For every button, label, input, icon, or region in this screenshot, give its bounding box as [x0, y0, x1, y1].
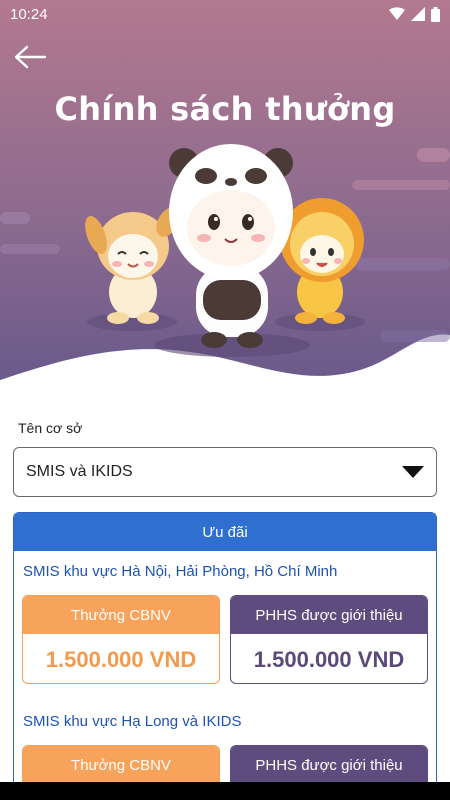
wifi-icon — [389, 7, 405, 20]
signal-icon — [411, 7, 425, 21]
arrow-left-icon — [14, 45, 47, 69]
status-time: 10:24 — [10, 5, 48, 23]
staff-reward-label: Thưởng CBNV — [23, 746, 219, 784]
facility-select[interactable]: SMIS và IKIDS — [13, 447, 437, 497]
staff-reward-box: Thưởng CBNV 1.500.000 VND — [22, 595, 220, 684]
staff-reward-label: Thưởng CBNV — [23, 596, 219, 634]
system-nav-bar — [0, 782, 450, 800]
battery-icon — [431, 6, 440, 22]
dropdown-triangle-icon — [402, 466, 424, 478]
staff-reward-amount: 1.500.000 VND — [45, 646, 197, 672]
page-title: Chính sách thưởng — [54, 90, 396, 128]
facility-select-value: SMIS và IKIDS — [26, 463, 133, 480]
region-title: SMIS khu vực Hạ Long và IKIDS — [23, 713, 242, 730]
mascots-illustration — [85, 144, 365, 357]
status-bar: 10:24 — [0, 0, 450, 28]
region-title: SMIS khu vực Hà Nội, Hải Phòng, Hồ Chí M… — [23, 563, 338, 580]
dog-mascot — [85, 207, 180, 324]
parent-reward-amount: 1.500.000 VND — [253, 646, 405, 672]
offers-card: Ưu đãi SMIS khu vực Hà Nội, Hải Phòng, H… — [13, 512, 437, 800]
parent-reward-label: PHHS được giới thiệu — [231, 596, 427, 634]
panda-mascot — [169, 144, 293, 348]
parent-reward-box: PHHS được giới thiệu 1.500.000 VND — [230, 595, 428, 684]
offers-card-header: Ưu đãi — [14, 513, 436, 551]
parent-reward-label: PHHS được giới thiệu — [231, 746, 427, 784]
back-button[interactable] — [10, 40, 50, 74]
header-banner: 10:24 Chính sách thưởng — [0, 0, 450, 400]
facility-label: Tên cơ sở — [18, 420, 83, 436]
